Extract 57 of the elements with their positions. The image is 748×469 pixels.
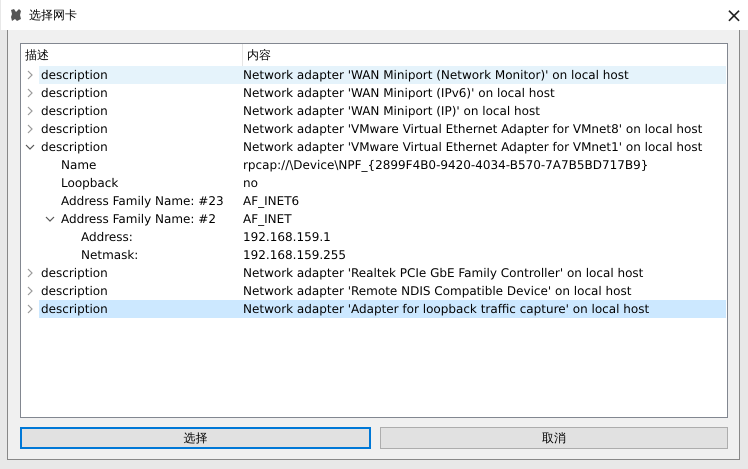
- window-title: 选择网卡: [29, 6, 78, 24]
- row-value: 192.168.159.1: [242, 230, 331, 244]
- tree-row[interactable]: Loopback no: [59, 174, 726, 192]
- chevron-right-icon[interactable]: [25, 286, 35, 296]
- row-value: AF_INET6: [242, 194, 300, 208]
- tree-row[interactable]: description Network adapter 'VMware Virtual Ethernet Adapter for VMnet8' on local host: [39, 120, 726, 138]
- row-label: description: [40, 284, 109, 298]
- tree-row[interactable]: Address: 192.168.159.1: [79, 228, 726, 246]
- row-value: 192.168.159.255: [242, 248, 346, 262]
- row-value: Network adapter 'Adapter for loopback traffic capture' on local host: [242, 302, 650, 316]
- close-button[interactable]: ×: [719, 0, 748, 30]
- row-label: Loopback: [60, 176, 120, 190]
- row-value: Network adapter 'WAN Miniport (IPv6)' on local host: [242, 86, 555, 100]
- chevron-down-icon[interactable]: [45, 214, 55, 224]
- select-button[interactable]: 选择: [20, 427, 370, 449]
- row-value: Network adapter 'VMware Virtual Ethernet Adapter for VMnet8' on local host: [242, 122, 702, 136]
- tree-row[interactable]: description Network adapter 'Remote NDIS Compatible Device' on local host: [39, 282, 726, 300]
- tree-row[interactable]: Netmask: 192.168.159.255: [79, 246, 726, 264]
- row-label: Netmask:: [80, 248, 140, 262]
- row-label: Address Family Name: #23: [60, 194, 225, 208]
- tree-row[interactable]: description Network adapter 'VMware Virtual Ethernet Adapter for VMnet1' on local host: [39, 138, 726, 156]
- row-value: no: [242, 176, 258, 190]
- tree-row[interactable]: description Network adapter 'WAN Miniport (IPv6)' on local host: [39, 84, 726, 102]
- row-label: description: [40, 68, 109, 82]
- tree-row[interactable]: description Network adapter 'Realtek PCIe GbE Family Controller' on local host: [39, 264, 726, 282]
- row-value: Network adapter 'VMware Virtual Ethernet Adapter for VMnet1' on local host: [242, 140, 702, 154]
- app-icon: [9, 8, 23, 22]
- tree-row[interactable]: Address Family Name: #2 AF_INET: [59, 210, 726, 228]
- column-header[interactable]: 内容: [243, 44, 727, 66]
- row-value: rpcap://\Device\NPF_{2899F4B0-9420-4034-B570-7A7B5BD717B9}: [242, 158, 648, 172]
- row-label: description: [40, 266, 109, 280]
- chevron-right-icon[interactable]: [25, 304, 35, 314]
- row-value: Network adapter 'WAN Miniport (Network Monitor)' on local host: [242, 68, 629, 82]
- row-label: description: [40, 140, 109, 154]
- tree-row[interactable]: description Network adapter 'WAN Miniport (Network Monitor)' on local host: [39, 66, 726, 84]
- chevron-down-icon[interactable]: [25, 142, 35, 152]
- tree-row[interactable]: description Network adapter 'Adapter for loopback traffic capture' on local host: [39, 300, 726, 318]
- row-label: description: [40, 86, 109, 100]
- chevron-right-icon[interactable]: [25, 70, 35, 80]
- chevron-right-icon[interactable]: [25, 268, 35, 278]
- row-label: Address:: [80, 230, 134, 244]
- tree-row[interactable]: Name rpcap://\Device\NPF_{2899F4B0-9420-4034-B570-7A7B5BD717B9}: [59, 156, 726, 174]
- tree-row[interactable]: Address Family Name: #23 AF_INET6: [59, 192, 726, 210]
- row-value: Network adapter 'Realtek PCIe GbE Family Controller' on local host: [242, 266, 644, 280]
- row-value: Network adapter 'Remote NDIS Compatible Device' on local host: [242, 284, 632, 298]
- row-label: description: [40, 104, 109, 118]
- row-label: Name: [60, 158, 98, 172]
- row-label: Address Family Name: #2: [60, 212, 217, 226]
- row-label: description: [40, 122, 109, 136]
- chevron-right-icon[interactable]: [25, 106, 35, 116]
- cancel-button[interactable]: 取消: [380, 427, 728, 449]
- chevron-right-icon[interactable]: [25, 124, 35, 134]
- chevron-right-icon[interactable]: [25, 88, 35, 98]
- row-label: description: [40, 302, 109, 316]
- row-value: AF_INET: [242, 212, 292, 226]
- tree-row[interactable]: description Network adapter 'WAN Miniport (IP)' on local host: [39, 102, 726, 120]
- row-value: Network adapter 'WAN Miniport (IP)' on local host: [242, 104, 540, 118]
